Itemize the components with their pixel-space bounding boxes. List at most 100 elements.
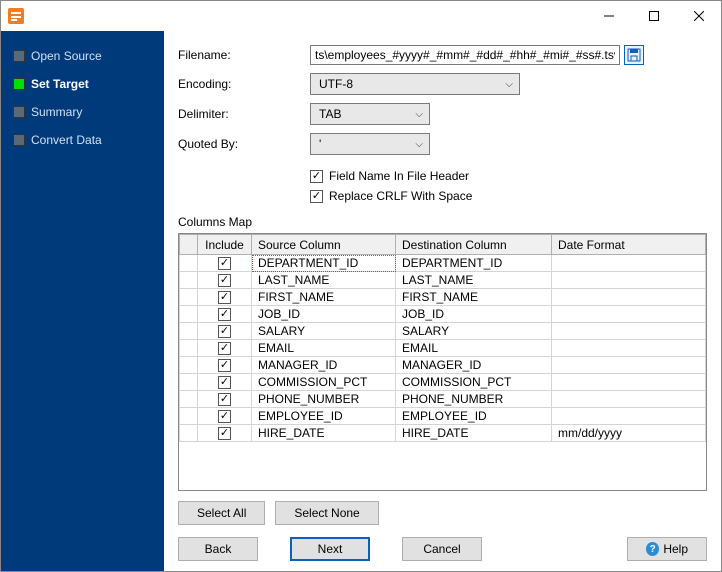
source-cell[interactable]: EMAIL (252, 340, 396, 357)
cancel-button[interactable]: Cancel (402, 537, 482, 561)
include-cell[interactable] (198, 323, 252, 340)
datefmt-cell[interactable] (552, 272, 706, 289)
row-marker[interactable] (180, 374, 198, 391)
row-marker[interactable] (180, 357, 198, 374)
datefmt-cell[interactable] (552, 374, 706, 391)
dest-cell[interactable]: EMAIL (396, 340, 552, 357)
row-marker[interactable] (180, 323, 198, 340)
dest-cell[interactable]: SALARY (396, 323, 552, 340)
datefmt-cell[interactable] (552, 391, 706, 408)
back-button[interactable]: Back (178, 537, 258, 561)
help-button[interactable]: ? Help (627, 537, 707, 561)
dest-cell[interactable]: EMPLOYEE_ID (396, 408, 552, 425)
datefmt-cell[interactable] (552, 357, 706, 374)
minimize-button[interactable] (586, 1, 631, 31)
row-marker[interactable] (180, 255, 198, 272)
table-row[interactable]: SALARYSALARY (180, 323, 706, 340)
filename-input[interactable] (310, 45, 620, 65)
select-all-button[interactable]: Select All (178, 501, 265, 525)
dest-cell[interactable]: MANAGER_ID (396, 357, 552, 374)
dest-cell[interactable]: LAST_NAME (396, 272, 552, 289)
nav-convert-data[interactable]: Convert Data (13, 133, 164, 147)
table-row[interactable]: EMPLOYEE_IDEMPLOYEE_ID (180, 408, 706, 425)
nav-set-target[interactable]: Set Target (13, 77, 164, 91)
datefmt-cell[interactable] (552, 306, 706, 323)
include-checkbox[interactable] (218, 427, 231, 440)
source-cell[interactable]: PHONE_NUMBER (252, 391, 396, 408)
row-marker[interactable] (180, 425, 198, 442)
source-header[interactable]: Source Column (252, 235, 396, 255)
source-cell[interactable]: MANAGER_ID (252, 357, 396, 374)
table-row[interactable]: DEPARTMENT_IDDEPARTMENT_ID (180, 255, 706, 272)
table-row[interactable]: FIRST_NAMEFIRST_NAME (180, 289, 706, 306)
include-cell[interactable] (198, 255, 252, 272)
encoding-select[interactable]: UTF-8 ⌵ (310, 73, 520, 95)
include-checkbox[interactable] (218, 376, 231, 389)
include-cell[interactable] (198, 425, 252, 442)
select-none-button[interactable]: Select None (275, 501, 378, 525)
row-marker[interactable] (180, 408, 198, 425)
include-header[interactable]: Include (198, 235, 252, 255)
dest-cell[interactable]: DEPARTMENT_ID (396, 255, 552, 272)
close-button[interactable] (676, 1, 721, 31)
include-checkbox[interactable] (218, 359, 231, 372)
maximize-button[interactable] (631, 1, 676, 31)
include-cell[interactable] (198, 374, 252, 391)
table-row[interactable]: EMAILEMAIL (180, 340, 706, 357)
source-cell[interactable]: JOB_ID (252, 306, 396, 323)
source-cell[interactable]: LAST_NAME (252, 272, 396, 289)
table-row[interactable]: COMMISSION_PCTCOMMISSION_PCT (180, 374, 706, 391)
browse-button[interactable] (624, 45, 644, 65)
datefmt-cell[interactable] (552, 289, 706, 306)
include-cell[interactable] (198, 357, 252, 374)
datefmt-cell[interactable] (552, 323, 706, 340)
dest-cell[interactable]: PHONE_NUMBER (396, 391, 552, 408)
source-cell[interactable]: COMMISSION_PCT (252, 374, 396, 391)
row-marker[interactable] (180, 306, 198, 323)
row-marker[interactable] (180, 340, 198, 357)
nav-summary[interactable]: Summary (13, 105, 164, 119)
fieldname-checkbox[interactable] (310, 170, 323, 183)
include-cell[interactable] (198, 306, 252, 323)
table-row[interactable]: MANAGER_IDMANAGER_ID (180, 357, 706, 374)
datefmt-header[interactable]: Date Format (552, 235, 706, 255)
source-cell[interactable]: EMPLOYEE_ID (252, 408, 396, 425)
dest-cell[interactable]: COMMISSION_PCT (396, 374, 552, 391)
dest-cell[interactable]: JOB_ID (396, 306, 552, 323)
dest-cell[interactable]: FIRST_NAME (396, 289, 552, 306)
datefmt-cell[interactable] (552, 340, 706, 357)
include-checkbox[interactable] (218, 325, 231, 338)
include-checkbox[interactable] (218, 410, 231, 423)
row-marker[interactable] (180, 289, 198, 306)
quoted-select[interactable]: ' ⌵ (310, 133, 430, 155)
source-cell[interactable]: SALARY (252, 323, 396, 340)
include-checkbox[interactable] (218, 257, 231, 270)
table-row[interactable]: LAST_NAMELAST_NAME (180, 272, 706, 289)
next-button[interactable]: Next (290, 537, 370, 561)
include-checkbox[interactable] (218, 291, 231, 304)
include-checkbox[interactable] (218, 393, 231, 406)
row-marker[interactable] (180, 272, 198, 289)
crlf-checkbox[interactable] (310, 190, 323, 203)
dest-header[interactable]: Destination Column (396, 235, 552, 255)
datefmt-cell[interactable]: mm/dd/yyyy (552, 425, 706, 442)
include-checkbox[interactable] (218, 274, 231, 287)
dest-cell[interactable]: HIRE_DATE (396, 425, 552, 442)
datefmt-cell[interactable] (552, 255, 706, 272)
row-marker[interactable] (180, 391, 198, 408)
include-cell[interactable] (198, 408, 252, 425)
include-cell[interactable] (198, 289, 252, 306)
include-checkbox[interactable] (218, 308, 231, 321)
source-cell[interactable]: HIRE_DATE (252, 425, 396, 442)
table-row[interactable]: JOB_IDJOB_ID (180, 306, 706, 323)
source-cell[interactable]: DEPARTMENT_ID (252, 255, 396, 272)
include-cell[interactable] (198, 391, 252, 408)
nav-open-source[interactable]: Open Source (13, 49, 164, 63)
source-cell[interactable]: FIRST_NAME (252, 289, 396, 306)
include-cell[interactable] (198, 340, 252, 357)
include-checkbox[interactable] (218, 342, 231, 355)
include-cell[interactable] (198, 272, 252, 289)
datefmt-cell[interactable] (552, 408, 706, 425)
table-row[interactable]: HIRE_DATEHIRE_DATEmm/dd/yyyy (180, 425, 706, 442)
table-row[interactable]: PHONE_NUMBERPHONE_NUMBER (180, 391, 706, 408)
